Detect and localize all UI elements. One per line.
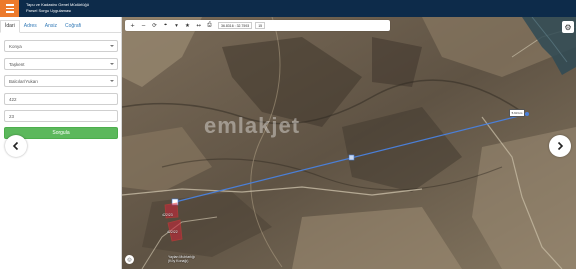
chevron-right-icon[interactable] (549, 135, 571, 157)
print-icon[interactable]: ⎙ (204, 21, 215, 31)
header-title-line2: Parsel Sorgu Uygulaması (26, 7, 72, 13)
map-toolbar: + − ⟳ ⌖ ▾ ★ ↔ ⎙ 36.8316 : 32.7593 15 (125, 20, 390, 31)
satellite-map[interactable]: emlakjet + − ⟳ ⌖ ▾ ★ ↔ ⎙ 36.8316 : 32.75… (122, 17, 576, 269)
zoom-out-icon[interactable]: − (138, 21, 149, 31)
poi-line2: (Köy Konağı) (168, 259, 189, 263)
header-title-line1: Tapu ve Kadastro Genel Müdürlüğü (26, 2, 89, 7)
parcel-input[interactable]: 23 (4, 110, 118, 122)
tab-ansiz[interactable]: Ansiz (41, 19, 61, 32)
parcel-label: 422/23 (162, 213, 173, 217)
tab-idari[interactable]: İdari (0, 20, 20, 33)
locate-icon[interactable]: ⌖ (160, 21, 171, 31)
star-icon[interactable]: ★ (182, 21, 193, 31)
gear-icon[interactable]: ⚙ (562, 21, 574, 33)
parcel-value: 23 (9, 113, 15, 119)
neighborhood-select[interactable]: Balcılar/Yukarı (4, 75, 118, 87)
province-value: Konya (9, 43, 22, 49)
chevron-left-icon[interactable] (5, 135, 27, 157)
watermark-logo: emlakjet (204, 113, 301, 138)
district-value: Taşkent (9, 61, 25, 67)
chevron-down-icon (110, 80, 114, 82)
district-select[interactable]: Taşkent (4, 58, 118, 70)
neighborhood-value: Balcılar/Yukarı (9, 78, 39, 84)
distance-label: 5.93 km (509, 109, 525, 117)
block-value: 422 (9, 96, 17, 102)
coordinate-readout: 36.8316 : 32.7593 (218, 22, 253, 29)
satellite-imagery (122, 17, 576, 269)
app: Tapu ve Kadastro Genel Müdürlüğü Parsel … (0, 0, 576, 269)
app-header: Tapu ve Kadastro Genel Müdürlüğü Parsel … (0, 0, 576, 17)
province-select[interactable]: Konya (4, 40, 118, 52)
tab-cografi[interactable]: Coğrafi (61, 19, 85, 32)
hamburger-icon[interactable] (0, 0, 19, 17)
zoom-level: 15 (255, 22, 266, 29)
location-icon[interactable]: ◎ (125, 255, 134, 264)
poi-label: Yaylan Muhtarlığı (Köy Konağı) (168, 255, 195, 263)
block-input[interactable]: 422 (4, 93, 118, 105)
measure-icon[interactable]: ↔ (193, 21, 204, 31)
chevron-down-icon (110, 63, 114, 65)
chevron-down-icon (110, 45, 114, 47)
parcel-label: 422/22 (167, 230, 178, 234)
header-title: Tapu ve Kadastro Genel Müdürlüğü Parsel … (26, 2, 89, 13)
search-tabs: İdari Adres Ansiz Coğrafi (0, 17, 122, 33)
tab-adres[interactable]: Adres (20, 19, 41, 32)
refresh-icon[interactable]: ⟳ (149, 21, 160, 31)
zoom-in-icon[interactable]: + (127, 21, 138, 31)
pin-icon[interactable]: ▾ (171, 21, 182, 31)
